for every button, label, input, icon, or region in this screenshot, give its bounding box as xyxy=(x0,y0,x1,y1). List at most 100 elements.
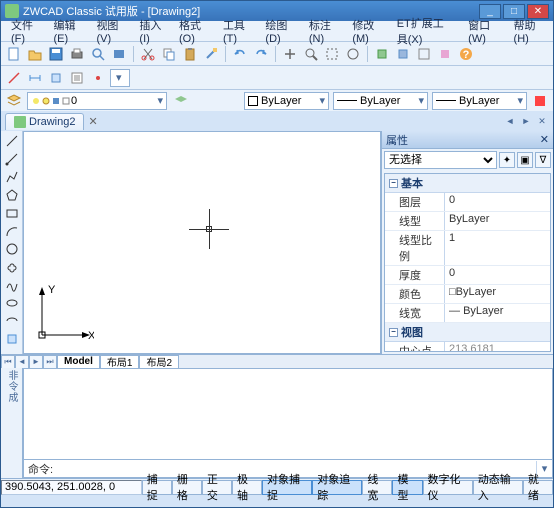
prop-layer[interactable]: 0 xyxy=(445,193,550,211)
rect-tool-icon[interactable] xyxy=(3,205,21,221)
linetype-dropdown[interactable]: ByLayer▾ xyxy=(333,92,428,110)
status-polar[interactable]: 极轴 xyxy=(232,480,262,495)
ellipse-tool-icon[interactable] xyxy=(3,295,21,311)
menu-help[interactable]: 帮助(H) xyxy=(508,15,549,47)
selection-dropdown[interactable]: 无选择 xyxy=(384,151,497,169)
doc-prev-icon[interactable]: ◄ xyxy=(503,114,517,128)
save-icon[interactable] xyxy=(47,45,65,63)
polygon-tool-icon[interactable] xyxy=(3,187,21,203)
menu-dim[interactable]: 标注(N) xyxy=(303,15,344,47)
status-osnap[interactable]: 对象捕捉 xyxy=(262,480,312,495)
copy-icon[interactable] xyxy=(160,45,178,63)
draw-palette: A xyxy=(1,131,23,354)
print-icon[interactable] xyxy=(68,45,86,63)
tab-next-icon[interactable]: ► xyxy=(29,355,43,369)
menu-insert[interactable]: 插入(I) xyxy=(133,15,171,47)
status-grid[interactable]: 栅格 xyxy=(172,480,202,495)
status-lwt[interactable]: 线宽 xyxy=(362,480,392,495)
menu-view[interactable]: 视图(V) xyxy=(90,15,131,47)
block-tool-icon[interactable] xyxy=(3,331,21,347)
open-icon[interactable] xyxy=(26,45,44,63)
tool2-icon[interactable] xyxy=(394,45,412,63)
tool4-icon[interactable] xyxy=(436,45,454,63)
pickadd-icon[interactable]: ✦ xyxy=(499,152,515,168)
circle-tool-icon[interactable] xyxy=(3,241,21,257)
id-icon[interactable] xyxy=(89,69,107,87)
tab-prev-icon[interactable]: ◄ xyxy=(15,355,29,369)
prop-lineweight[interactable]: — ByLayer xyxy=(445,304,550,322)
doc-close-icon[interactable]: ✕ xyxy=(535,114,549,128)
area-icon[interactable] xyxy=(47,69,65,87)
menu-draw[interactable]: 绘图(D) xyxy=(259,15,300,47)
spline-tool-icon[interactable] xyxy=(3,277,21,293)
tab-layout1[interactable]: 布局1 xyxy=(100,355,140,369)
arc-tool-icon[interactable] xyxy=(3,223,21,239)
matchprop-icon[interactable] xyxy=(202,45,220,63)
cut-icon[interactable] xyxy=(139,45,157,63)
menu-window[interactable]: 窗口(W) xyxy=(462,15,505,47)
quickselect-icon[interactable]: ∇ xyxy=(535,152,551,168)
ray-tool-icon[interactable] xyxy=(3,151,21,167)
preview-icon[interactable] xyxy=(89,45,107,63)
lineweight-dropdown[interactable]: ByLayer▾ xyxy=(432,92,527,110)
layers-icon[interactable] xyxy=(5,92,23,110)
layer-dropdown[interactable]: 0 ▾ xyxy=(27,92,167,110)
properties-header[interactable]: 属性 ✕ xyxy=(382,131,553,149)
tool3-icon[interactable] xyxy=(415,45,433,63)
status-otrack[interactable]: 对象追踪 xyxy=(312,480,362,495)
command-area: 非 令 成 命令: ▾ xyxy=(1,368,553,478)
menu-et[interactable]: ET扩展工具(X) xyxy=(391,13,460,49)
status-ortho[interactable]: 正交 xyxy=(202,480,232,495)
line-icon[interactable] xyxy=(5,69,23,87)
group-basic[interactable]: −基本 xyxy=(385,174,550,193)
group-view[interactable]: −视图 xyxy=(385,323,550,342)
prop-thickness[interactable]: 0 xyxy=(445,266,550,284)
new-icon[interactable] xyxy=(5,45,23,63)
paste-icon[interactable] xyxy=(181,45,199,63)
prop-linetype[interactable]: ByLayer xyxy=(445,212,550,230)
publish-icon[interactable] xyxy=(110,45,128,63)
tab-first-icon[interactable]: ⏮ xyxy=(1,355,15,369)
prop-ltscale[interactable]: 1 xyxy=(445,231,550,265)
tab-model[interactable]: Model xyxy=(57,355,100,369)
status-ready[interactable]: 就绪 xyxy=(523,480,553,495)
pan-icon[interactable] xyxy=(281,45,299,63)
color-dropdown[interactable]: ByLayer▾ xyxy=(244,92,329,110)
drawing-canvas[interactable]: Y X xyxy=(23,131,381,354)
menu-format[interactable]: 格式(O) xyxy=(173,15,215,47)
status-snap[interactable]: 捕捉 xyxy=(142,480,172,495)
doc-next-icon[interactable]: ► xyxy=(519,114,533,128)
small-drop[interactable]: ▾ xyxy=(110,69,130,87)
zoom-prev-icon[interactable] xyxy=(344,45,362,63)
status-tablet[interactable]: 数字化仪 xyxy=(423,480,473,495)
tool1-icon[interactable] xyxy=(373,45,391,63)
zoom-win-icon[interactable] xyxy=(323,45,341,63)
command-history[interactable] xyxy=(23,368,553,460)
revcloud-tool-icon[interactable] xyxy=(3,259,21,275)
properties-close-icon[interactable]: ✕ xyxy=(540,133,549,146)
tab-last-icon[interactable]: ⏭ xyxy=(43,355,57,369)
tab-layout2[interactable]: 布局2 xyxy=(139,355,179,369)
select-icon[interactable]: ▣ xyxy=(517,152,533,168)
color-icon[interactable] xyxy=(531,92,549,110)
help-icon[interactable]: ? xyxy=(457,45,475,63)
coordinates[interactable]: 390.5043, 251.0028, 0 xyxy=(1,480,142,495)
pline-tool-icon[interactable] xyxy=(3,169,21,185)
tab-drawing2[interactable]: Drawing2 xyxy=(5,113,84,130)
status-model[interactable]: 模型 xyxy=(392,480,422,495)
list-icon[interactable] xyxy=(68,69,86,87)
menu-edit[interactable]: 编辑(E) xyxy=(47,15,88,47)
tab-close-icon[interactable]: ✕ xyxy=(88,115,97,128)
status-dyn[interactable]: 动态输入 xyxy=(473,480,523,495)
prop-color[interactable]: □ByLayer xyxy=(445,285,550,303)
ellipsearc-tool-icon[interactable] xyxy=(3,313,21,329)
zoom-rt-icon[interactable] xyxy=(302,45,320,63)
menu-file[interactable]: 文件(F) xyxy=(5,15,45,47)
redo-icon[interactable] xyxy=(252,45,270,63)
undo-icon[interactable] xyxy=(231,45,249,63)
menu-modify[interactable]: 修改(M) xyxy=(346,15,388,47)
menu-tools[interactable]: 工具(T) xyxy=(217,15,257,47)
dist-icon[interactable] xyxy=(26,69,44,87)
line-tool-icon[interactable] xyxy=(3,133,21,149)
layer-prev-icon[interactable] xyxy=(171,92,189,110)
